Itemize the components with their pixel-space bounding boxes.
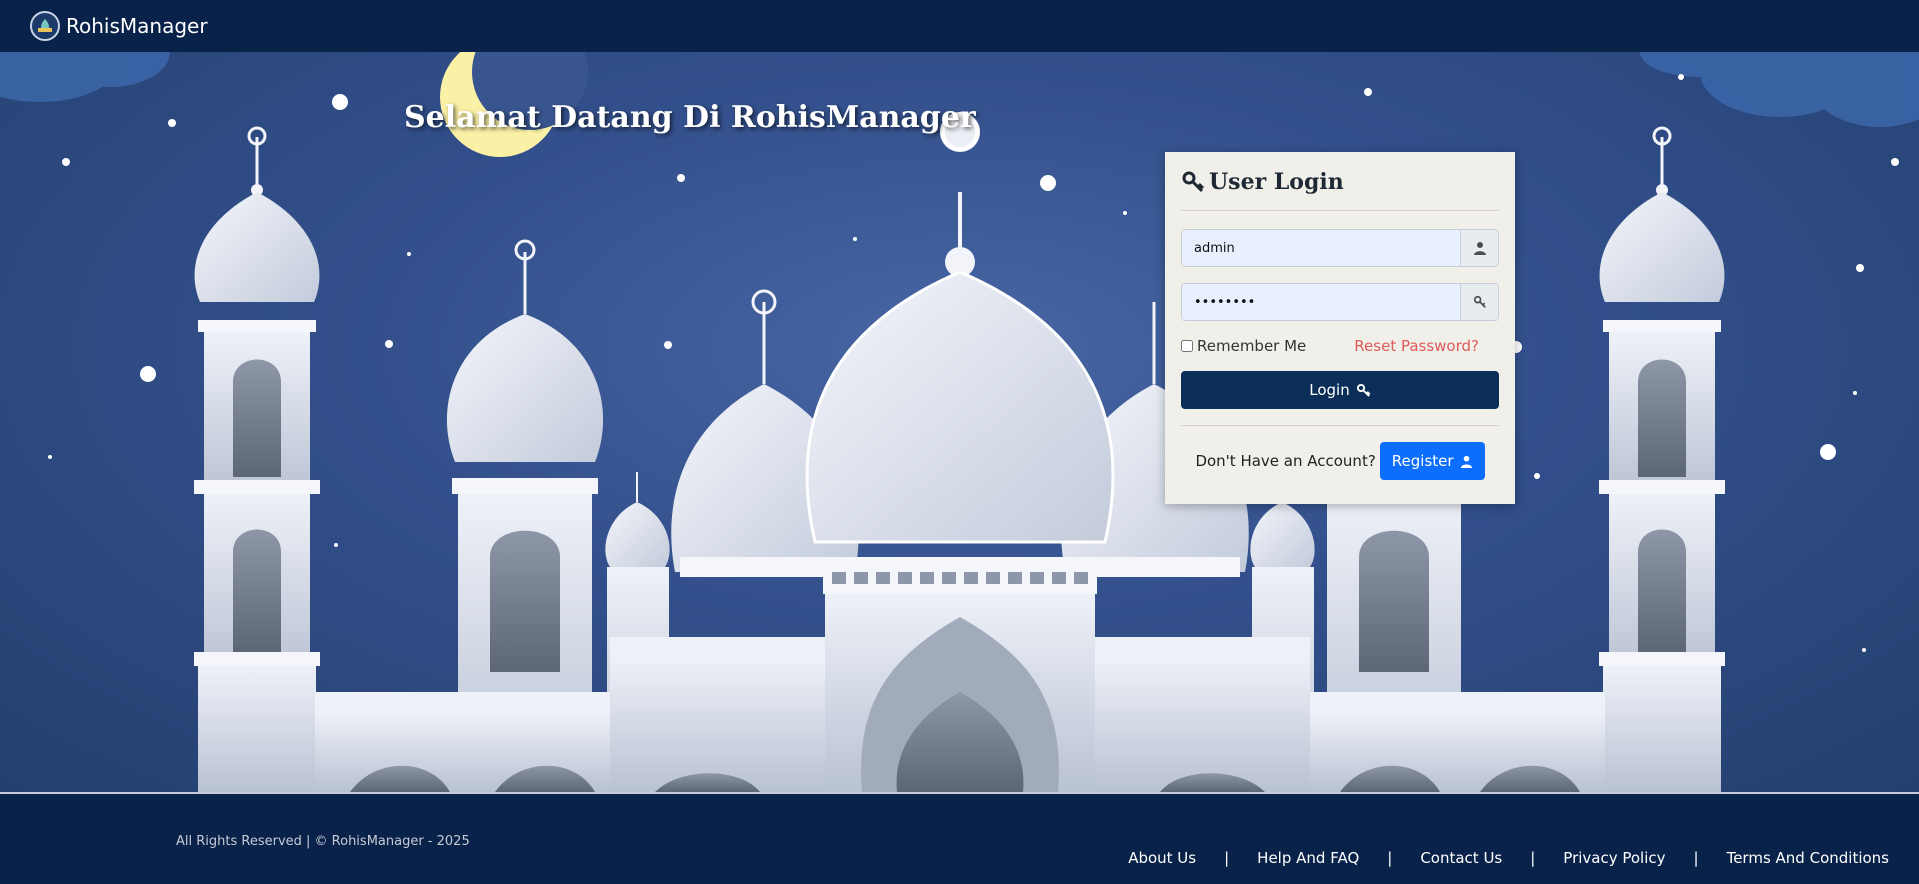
mosque-logo-icon[interactable] bbox=[30, 11, 60, 41]
footer-link-privacy[interactable]: Privacy Policy bbox=[1563, 849, 1665, 867]
reset-password-link[interactable]: Reset Password? bbox=[1354, 337, 1479, 355]
divider bbox=[1181, 210, 1499, 211]
mosque-night-illustration bbox=[0, 52, 1919, 792]
login-options: Remember Me Reset Password? bbox=[1181, 335, 1499, 357]
top-navbar: RohisManager bbox=[0, 0, 1919, 52]
no-account-text: Don't Have an Account? bbox=[1195, 452, 1376, 470]
footer-link-about[interactable]: About Us bbox=[1128, 849, 1196, 867]
password-input[interactable] bbox=[1182, 284, 1460, 320]
footer: All Rights Reserved | © RohisManager - 2… bbox=[0, 792, 1919, 884]
brand-name[interactable]: RohisManager bbox=[66, 14, 208, 38]
divider bbox=[1181, 425, 1499, 426]
key-icon bbox=[1182, 171, 1205, 193]
user-icon bbox=[1460, 230, 1498, 266]
login-title: User Login bbox=[1181, 168, 1499, 196]
link-separator: | bbox=[1693, 849, 1699, 867]
key-icon bbox=[1460, 284, 1498, 320]
register-button-label: Register bbox=[1391, 452, 1454, 470]
hero-section: Selamat Datang Di RohisManager User Logi… bbox=[0, 52, 1919, 792]
link-separator: | bbox=[1224, 849, 1230, 867]
register-button[interactable]: Register bbox=[1379, 442, 1485, 480]
link-separator: | bbox=[1530, 849, 1536, 867]
footer-link-help[interactable]: Help And FAQ bbox=[1257, 849, 1359, 867]
username-input[interactable] bbox=[1182, 230, 1460, 266]
login-card: User Login Remem bbox=[1165, 152, 1515, 504]
copyright-text: All Rights Reserved | © RohisManager - 2… bbox=[176, 834, 470, 849]
login-button-label: Login bbox=[1309, 381, 1350, 399]
login-button[interactable]: Login bbox=[1181, 371, 1499, 409]
password-group bbox=[1181, 283, 1499, 321]
login-title-text: User Login bbox=[1209, 169, 1344, 195]
footer-link-terms[interactable]: Terms And Conditions bbox=[1727, 849, 1889, 867]
welcome-heading: Selamat Datang Di RohisManager bbox=[404, 100, 976, 135]
footer-links: About Us | Help And FAQ | Contact Us | P… bbox=[1128, 849, 1889, 867]
register-row: Don't Have an Account? Register bbox=[1181, 442, 1499, 480]
username-group bbox=[1181, 229, 1499, 267]
link-separator: | bbox=[1387, 849, 1393, 867]
remember-me-label: Remember Me bbox=[1197, 337, 1307, 355]
remember-me-checkbox[interactable] bbox=[1181, 340, 1193, 352]
remember-me[interactable]: Remember Me bbox=[1181, 337, 1306, 355]
footer-link-contact[interactable]: Contact Us bbox=[1420, 849, 1502, 867]
key-icon bbox=[1356, 383, 1371, 397]
user-icon bbox=[1460, 455, 1472, 468]
